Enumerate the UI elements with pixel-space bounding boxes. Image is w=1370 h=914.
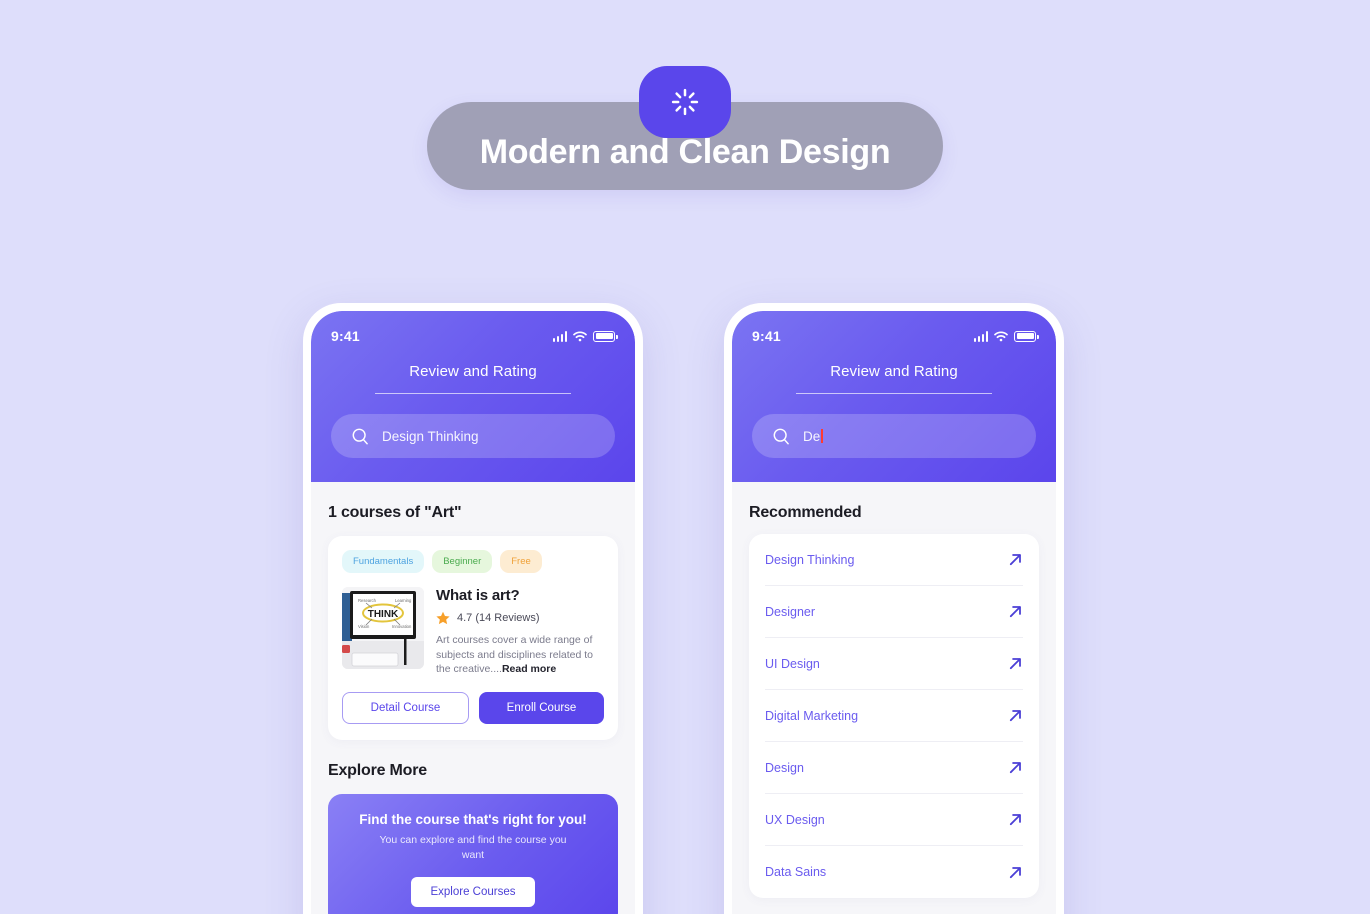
wifi-icon	[994, 330, 1008, 341]
think-mindmap-monitor-icon: THINK Research Learning Vision Innovation	[342, 587, 424, 669]
search-bar-right[interactable]: De	[752, 414, 1036, 458]
text-cursor	[821, 428, 824, 443]
title-underline-right	[796, 393, 992, 394]
status-bar-left: 9:41	[331, 325, 618, 347]
course-rating: 4.7 (14 Reviews)	[436, 611, 604, 625]
course-tags: Fundamentals Beginner Free	[342, 550, 604, 573]
arrow-up-right-icon[interactable]	[1008, 865, 1023, 880]
explore-courses-button[interactable]: Explore Courses	[411, 876, 535, 907]
screen-body-left: 1 courses of "Art" Fundamentals Beginner…	[311, 504, 635, 914]
arrow-up-right-icon[interactable]	[1008, 552, 1023, 567]
promo-subtitle: You can explore and find the course you …	[379, 833, 567, 861]
search-input-right-text: De	[803, 428, 821, 444]
signal-bars-icon	[973, 330, 988, 342]
enroll-course-button[interactable]: Enroll Course	[479, 691, 604, 724]
arrow-up-right-icon[interactable]	[1008, 760, 1023, 775]
page-title-left: Review and Rating	[409, 363, 537, 380]
svg-text:THINK: THINK	[368, 609, 399, 620]
search-icon	[352, 428, 368, 444]
svg-text:Research: Research	[358, 598, 377, 603]
status-icons	[973, 330, 1039, 342]
search-input-right[interactable]: De	[803, 428, 824, 444]
tag-beginner: Beginner	[432, 550, 493, 573]
search-bar-left[interactable]: Design Thinking	[331, 414, 615, 458]
arrow-up-right-icon[interactable]	[1008, 708, 1023, 723]
app-header-left: 9:41 Review and Rating Design Thinking	[311, 311, 635, 482]
list-item-label: Designer	[765, 604, 816, 619]
list-item[interactable]: Digital Marketing	[765, 690, 1023, 742]
arrow-up-right-icon[interactable]	[1008, 656, 1023, 671]
course-title: What is art?	[436, 587, 520, 604]
recommendation-list: Design Thinking Designer UI Design Digit…	[749, 534, 1039, 898]
list-item-label: Digital Marketing	[765, 708, 859, 723]
results-heading: 1 courses of "Art"	[328, 504, 462, 521]
search-input-left[interactable]: Design Thinking	[382, 429, 479, 444]
promo-card: Find the course that's right for you! Yo…	[328, 793, 618, 914]
wifi-icon	[573, 330, 587, 341]
list-item-label: UX Design	[765, 812, 825, 827]
phone-mockup-right: 9:41 Review and Rating De Recommended De…	[724, 303, 1064, 914]
logo-badge	[639, 66, 731, 138]
read-more-link[interactable]: Read more	[502, 663, 556, 675]
course-actions: Detail Course Enroll Course	[342, 691, 604, 724]
course-description: Art courses cover a wide range of subjec…	[436, 633, 604, 677]
arrow-up-right-icon[interactable]	[1008, 604, 1023, 619]
list-item[interactable]: Data Sains	[765, 846, 1023, 898]
tag-fundamentals: Fundamentals	[342, 550, 425, 573]
app-header-right: 9:41 Review and Rating De	[732, 311, 1056, 482]
title-underline-left	[375, 393, 571, 394]
status-icons	[552, 330, 618, 342]
search-icon	[773, 428, 789, 444]
screen-left: 9:41 Review and Rating Design Thinking 1…	[311, 311, 635, 914]
status-time: 9:41	[331, 328, 360, 344]
status-bar-right: 9:41	[752, 325, 1039, 347]
list-item[interactable]: UI Design	[765, 638, 1023, 690]
svg-text:Vision: Vision	[358, 624, 370, 629]
detail-course-button[interactable]: Detail Course	[342, 691, 469, 724]
list-item-label: Design	[765, 760, 804, 775]
promo-title: Find the course that's right for you!	[359, 811, 587, 827]
banner: Modern and Clean Design	[0, 66, 1370, 190]
screen-body-right: Recommended Design Thinking Designer UI …	[732, 504, 1056, 898]
screen-right: 9:41 Review and Rating De Recommended De…	[732, 311, 1056, 914]
list-item[interactable]: UX Design	[765, 794, 1023, 846]
list-item-label: Design Thinking	[765, 552, 855, 567]
explore-more-heading: Explore More	[328, 761, 427, 779]
course-thumbnail: THINK Research Learning Vision Innovation	[342, 587, 424, 669]
list-item[interactable]: Designer	[765, 586, 1023, 638]
status-time: 9:41	[752, 328, 781, 344]
battery-icon	[1014, 330, 1039, 342]
svg-text:Learning: Learning	[395, 598, 412, 603]
signal-bars-icon	[552, 330, 567, 342]
page-title-right: Review and Rating	[830, 363, 958, 380]
list-item-label: Data Sains	[765, 865, 827, 879]
page-stage: Modern and Clean Design 9:41 Review and …	[0, 0, 1370, 914]
spinner-icon	[671, 88, 699, 116]
rating-value: 4.7 (14 Reviews)	[457, 612, 540, 624]
arrow-up-right-icon[interactable]	[1008, 812, 1023, 827]
phone-mockup-left: 9:41 Review and Rating Design Thinking 1…	[303, 303, 643, 914]
battery-icon	[593, 330, 618, 342]
star-icon	[436, 611, 450, 625]
course-info: What is art? 4.7 (14 Reviews) Art course…	[436, 587, 604, 677]
course-card[interactable]: Fundamentals Beginner Free THINK Researc…	[328, 536, 618, 740]
svg-text:Innovation: Innovation	[392, 624, 412, 629]
tag-free: Free	[500, 550, 542, 573]
course-main: THINK Research Learning Vision Innovation	[342, 587, 604, 677]
list-item[interactable]: Design	[765, 742, 1023, 794]
list-item-label: UI Design	[765, 656, 820, 671]
recommended-heading: Recommended	[749, 504, 862, 521]
list-item[interactable]: Design Thinking	[765, 534, 1023, 586]
